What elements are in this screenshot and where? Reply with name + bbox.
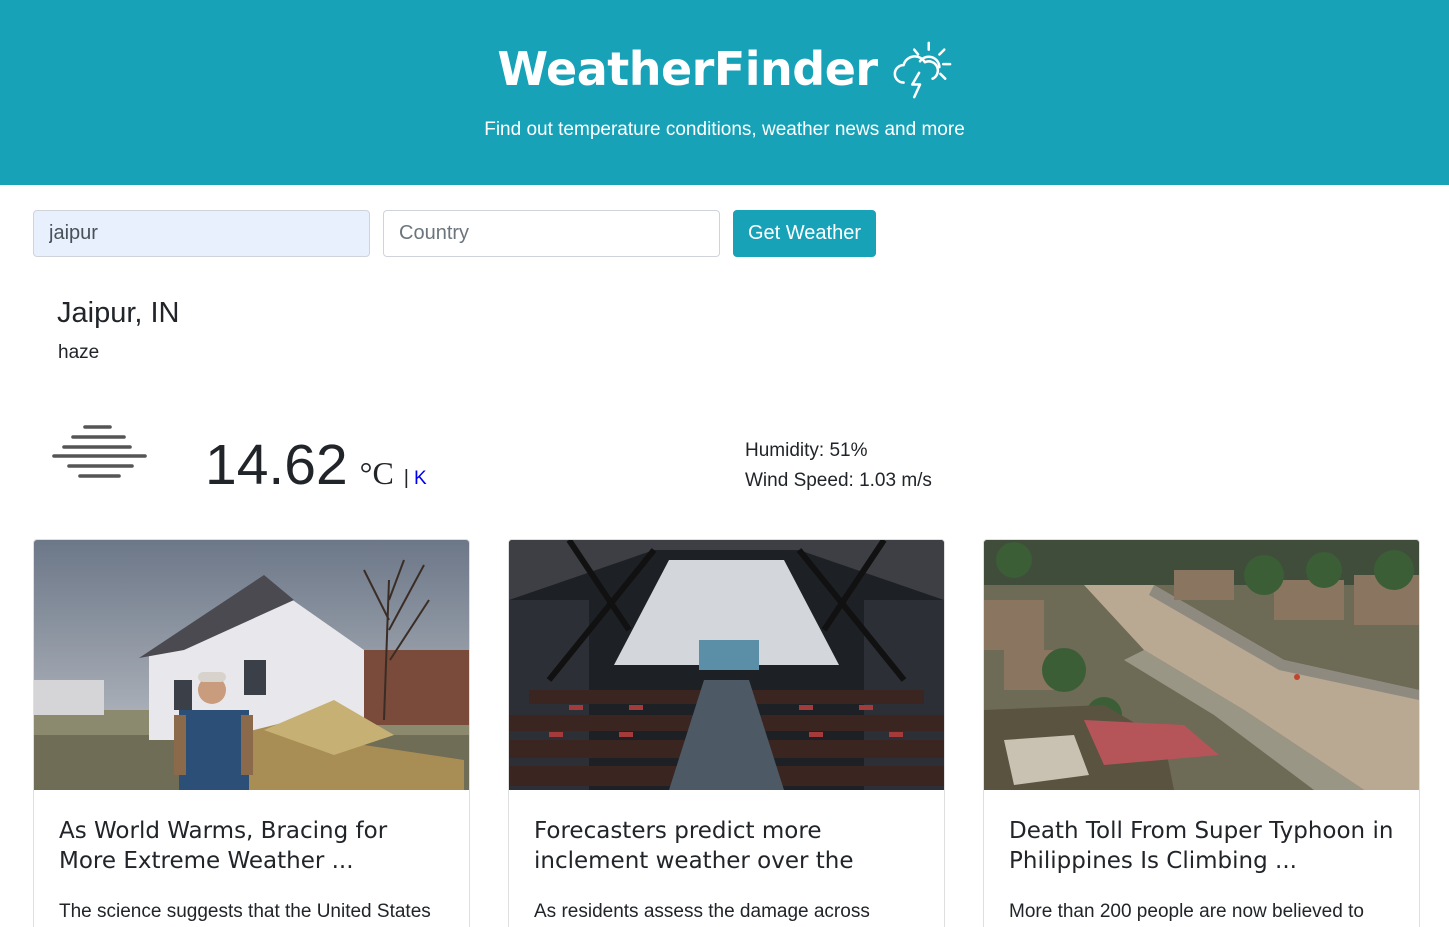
app-title: WeatherFinder [497, 42, 878, 96]
unit-separator: | [403, 467, 409, 489]
news-card-title[interactable]: Forecasters predict more inclement weath… [534, 816, 919, 876]
news-card[interactable]: Death Toll From Super Typhoon in Philipp… [983, 539, 1420, 927]
haze-icon [52, 425, 147, 478]
news-card-title[interactable]: Death Toll From Super Typhoon in Philipp… [1009, 816, 1394, 876]
news-card[interactable]: Forecasters predict more inclement weath… [508, 539, 945, 927]
wind-speed-text: Wind Speed: 1.03 m/s [745, 470, 932, 491]
flooded-river-photo [984, 540, 1419, 790]
country-input[interactable] [383, 210, 720, 257]
temperature-readout: 14.62 °C | K [205, 432, 427, 498]
damaged-church-photo [509, 540, 944, 790]
news-card-body: Forecasters predict more inclement weath… [509, 790, 944, 926]
kelvin-toggle-link[interactable]: K [414, 468, 427, 490]
city-input[interactable] [33, 210, 370, 257]
news-card-snippet: The science suggests that the United Sta… [59, 901, 431, 922]
news-card-body: As World Warms, Bracing for More Extreme… [34, 790, 469, 926]
news-card-body: Death Toll From Super Typhoon in Philipp… [984, 790, 1419, 926]
celsius-unit: °C [359, 455, 394, 491]
weather-stats: Humidity: 51% Wind Speed: 1.03 m/s [745, 436, 932, 496]
humidity-text: Humidity: 51% [745, 440, 868, 461]
location-name: Jaipur, IN [57, 297, 180, 329]
get-weather-button[interactable]: Get Weather [733, 210, 876, 257]
temperature-value: 14.62 [205, 433, 348, 497]
app-subtitle: Find out temperature conditions, weather… [484, 119, 965, 140]
weather-description: haze [58, 342, 100, 363]
page-header: WeatherFinder Find out temperature condi… [0, 0, 1449, 185]
damaged-house-photo [34, 540, 469, 790]
title-row: WeatherFinder [0, 38, 1449, 100]
news-card-title[interactable]: As World Warms, Bracing for More Extreme… [59, 816, 444, 876]
news-card[interactable]: As World Warms, Bracing for More Extreme… [33, 539, 470, 927]
news-card-snippet: As residents assess the damage across [534, 901, 870, 922]
thunderstorm-sun-icon [893, 41, 951, 99]
weather-search-form: Get Weather [33, 210, 876, 257]
news-card-snippet: More than 200 people are now believed to [1009, 901, 1364, 922]
